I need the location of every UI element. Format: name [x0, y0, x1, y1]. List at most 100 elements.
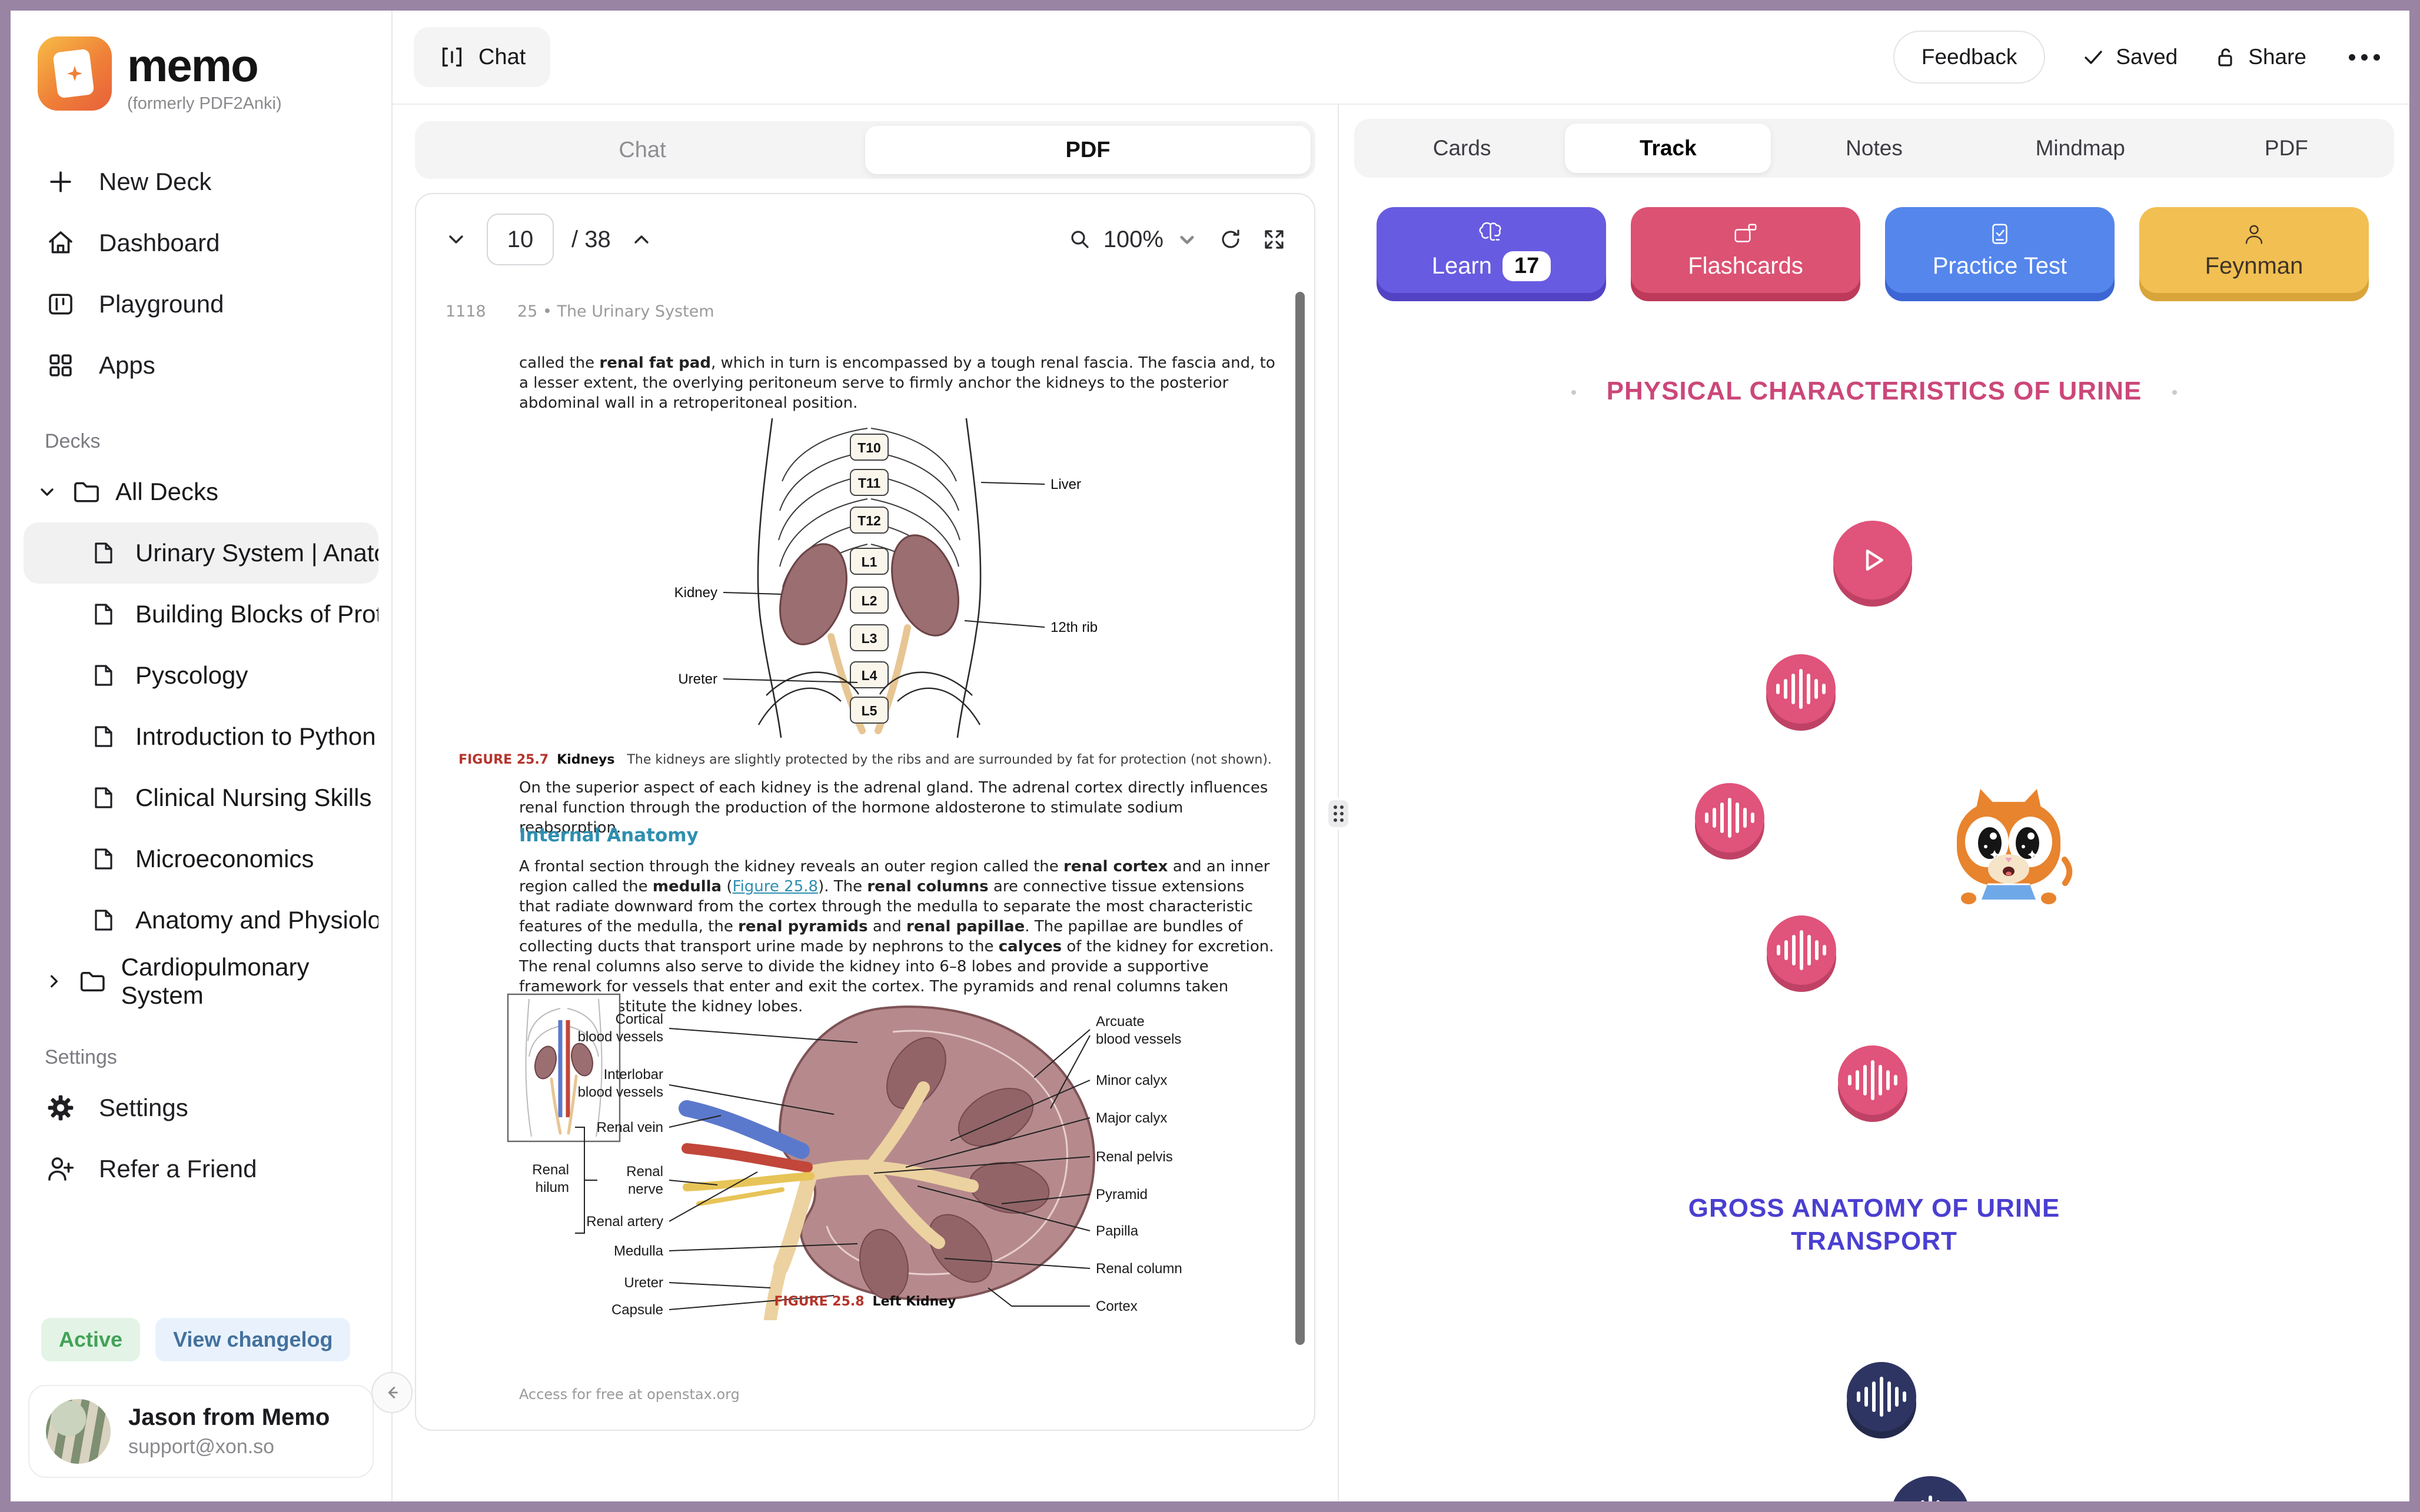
internal-anatomy-heading: Internal Anatomy — [519, 825, 699, 846]
sidebar-item-label: Apps — [99, 351, 155, 379]
svg-text:T12: T12 — [857, 513, 881, 528]
pdf-viewer: 10 / 38 100% — [415, 193, 1315, 1431]
sidebar-item-label: Refer a Friend — [99, 1155, 257, 1183]
search-icon — [1067, 227, 1093, 252]
svg-text:T11: T11 — [858, 475, 881, 491]
figure-label: Renal vein — [597, 1120, 663, 1135]
audio-node-button[interactable] — [1766, 654, 1836, 724]
sidebar-item-dashboard[interactable]: Dashboard — [11, 212, 391, 274]
sidebar-item-playground[interactable]: Playground — [11, 274, 391, 335]
learning-path: PHYSICAL CHARACTERISTICS OF URINE — [1339, 105, 2409, 1501]
figure-label: Papilla — [1096, 1223, 1139, 1239]
deck-item-urinary-system[interactable]: Urinary System | Anatom... — [24, 522, 378, 584]
figure-label: Pyramid — [1096, 1187, 1148, 1203]
svg-text:T10: T10 — [857, 440, 881, 455]
play-section-button[interactable] — [1833, 521, 1912, 600]
chat-toggle-button[interactable]: Chat — [414, 27, 550, 87]
deck-item-building-blocks[interactable]: Building Blocks of Proteins — [24, 584, 378, 645]
view-changelog-button[interactable]: View changelog — [155, 1318, 350, 1361]
sidebar-item-label: Playground — [99, 290, 224, 318]
deck-item-microeconomics[interactable]: Microeconomics — [24, 828, 378, 890]
figure-label-kidney: Kidney — [674, 585, 717, 601]
sidebar-item-apps[interactable]: Apps — [11, 335, 391, 396]
waveform-icon — [1777, 930, 1826, 970]
chevron-down-icon — [36, 481, 58, 502]
figure-label: Minor calyx — [1096, 1073, 1167, 1088]
sidebar-item-label: Cardiopulmonary System — [121, 953, 391, 1010]
figure-label: Arcuateblood vessels — [1096, 1014, 1181, 1047]
pdf-footer: Access for free at openstax.org — [519, 1386, 740, 1403]
sidebar-item-new-deck[interactable]: New Deck — [11, 151, 391, 212]
share-button[interactable]: Share — [2214, 45, 2306, 69]
status-badge-active: Active — [41, 1318, 140, 1361]
app-title: memo — [127, 42, 282, 88]
user-profile-card[interactable]: Jason from Memo support@xon.so — [28, 1385, 374, 1478]
sidebar-collapse-button[interactable] — [371, 1372, 413, 1413]
sidebar: memo (formerly PDF2Anki) New Deck Dashbo… — [11, 11, 393, 1501]
waveform-icon — [1848, 1060, 1897, 1100]
audio-node-button[interactable] — [1695, 783, 1764, 852]
plus-icon — [45, 166, 77, 198]
audio-node-button[interactable] — [1838, 1045, 1907, 1115]
chevron-up-icon — [629, 227, 654, 252]
feedback-button[interactable]: Feedback — [1893, 31, 2046, 84]
tab-chat[interactable]: Chat — [420, 126, 865, 174]
deck-item-python[interactable]: Introduction to Python Pr... — [24, 706, 378, 767]
deck-item-label: Clinical Nursing Skills — [135, 784, 371, 812]
chevron-right-icon — [44, 971, 64, 992]
audio-node-button[interactable] — [1891, 1476, 1970, 1501]
app-window: memo (formerly PDF2Anki) New Deck Dashbo… — [0, 0, 2420, 1512]
page-number-input[interactable]: 10 — [487, 214, 554, 265]
play-icon — [1857, 544, 1889, 576]
audio-node-button[interactable] — [1847, 1362, 1916, 1431]
page-down-button[interactable] — [443, 227, 469, 252]
zoom-level: 100% — [1103, 227, 1164, 253]
deck-item-label: Building Blocks of Proteins — [135, 600, 378, 628]
decorative-dot — [1571, 390, 1576, 395]
arrow-left-icon — [382, 1383, 402, 1403]
user-plus-icon — [45, 1153, 77, 1185]
sidebar-item-settings[interactable]: Settings — [11, 1077, 391, 1138]
section-heading-gross-anatomy: GROSS ANATOMY OF URINE TRANSPORT — [1339, 1192, 2409, 1258]
grid-icon — [45, 349, 77, 381]
figure-label-liver: Liver — [1051, 477, 1081, 492]
figure-label: Major calyx — [1096, 1110, 1167, 1126]
waveform-icon — [1776, 669, 1826, 709]
home-icon — [45, 227, 77, 259]
refresh-button[interactable] — [1218, 227, 1244, 252]
sidebar-item-cardiopulmonary[interactable]: Cardiopulmonary System — [11, 951, 391, 1012]
zoom-control[interactable]: 100% — [1067, 227, 1200, 253]
file-icon — [89, 722, 118, 751]
mascot-cat — [1946, 784, 2076, 908]
study-panel: Cards Track Notes Mindmap PDF Learn 17 — [1339, 105, 2409, 1501]
deck-item-label: Microeconomics — [135, 845, 314, 873]
deck-item-clinical-nursing[interactable]: Clinical Nursing Skills — [24, 767, 378, 828]
deck-item-label: Anatomy and Physiology — [135, 906, 378, 934]
fullscreen-button[interactable] — [1261, 227, 1287, 252]
deck-item-pyscology[interactable]: Pyscology — [24, 645, 378, 706]
more-menu-button[interactable] — [2343, 48, 2386, 66]
sidebar-item-all-decks[interactable]: All Decks — [11, 461, 391, 522]
figure-link[interactable]: Figure 25.8 — [733, 878, 819, 895]
sidebar-item-label: Settings — [99, 1094, 188, 1122]
settings-section-label: Settings — [45, 1046, 391, 1069]
figure-label: Renal artery — [586, 1214, 663, 1230]
panel-resize-handle[interactable] — [1328, 800, 1348, 827]
waveform-icon — [1906, 1496, 1955, 1501]
figure-label: Renalnerve — [626, 1164, 663, 1197]
folder-icon — [71, 476, 102, 508]
figure-25-7-caption: FIGURE 25.7 Kidneys The kidneys are slig… — [416, 752, 1314, 767]
audio-node-button[interactable] — [1767, 915, 1836, 985]
check-icon — [2082, 45, 2105, 69]
deck-item-anatomy-physiology[interactable]: Anatomy and Physiology — [24, 890, 378, 951]
tab-pdf[interactable]: PDF — [865, 126, 1311, 174]
sidebar-item-refer-a-friend[interactable]: Refer a Friend — [11, 1138, 391, 1200]
pdf-scrollbar[interactable] — [1295, 292, 1305, 1345]
figure-label: Ureter — [624, 1275, 663, 1291]
caret-down-icon — [1174, 227, 1200, 252]
unlock-icon — [2214, 45, 2238, 69]
page-up-button[interactable] — [629, 227, 654, 252]
saved-status: Saved — [2082, 45, 2178, 69]
memo-logo-icon — [38, 36, 112, 111]
figure-label: Renal pelvis — [1096, 1149, 1173, 1165]
